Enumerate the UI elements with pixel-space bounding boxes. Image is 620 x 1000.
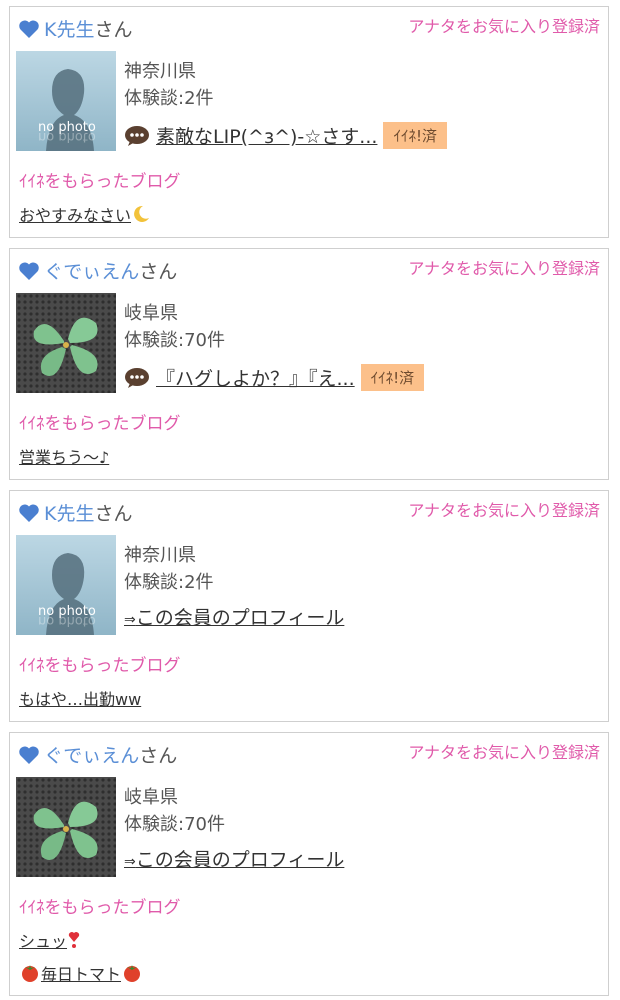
tomato-icon — [22, 965, 38, 982]
member-name-row: ぐでぃえんさん — [18, 741, 177, 768]
member-name-link[interactable]: ぐでぃえん — [44, 261, 139, 283]
no-photo-reflection: no photo — [38, 613, 96, 628]
honorific: さん — [94, 19, 133, 41]
member-avatar[interactable] — [16, 777, 116, 877]
blog-title-link[interactable]: シュッ — [19, 928, 81, 952]
blog-title-link[interactable]: 毎日トマト — [19, 961, 143, 985]
comment-link[interactable]: 『ハグしよか？』『え... — [156, 368, 355, 390]
comment-link[interactable]: 素敵なLIP(^з^)-☆さす... — [156, 126, 377, 148]
heart-icon — [19, 504, 39, 522]
no-photo-reflection: no photo — [38, 129, 96, 144]
member-card: ぐでぃえんさん アナタをお気に入り登録済 岐阜県 体験談:70件 ⇒この会員のプ… — [9, 732, 609, 996]
member-name-row: K先生さん — [18, 15, 132, 42]
blog-title-link[interactable]: 営業ちう～♪ — [19, 444, 109, 468]
blog-title-link[interactable]: おやすみなさい — [19, 202, 151, 226]
honorific: さん — [139, 261, 178, 283]
liked-blog-label: ｲｲﾈをもらったブログ — [19, 656, 181, 676]
honorific: さん — [139, 745, 178, 767]
honorific: さん — [94, 503, 133, 525]
member-name-link[interactable]: K先生 — [44, 19, 94, 41]
member-avatar[interactable] — [16, 293, 116, 393]
member-card: K先生さん アナタをお気に入り登録済 no photo no photo 神奈川… — [9, 490, 609, 722]
liked-blog-label: ｲｲﾈをもらったブログ — [19, 898, 181, 918]
comment-row: 素敵なLIP(^з^)-☆さす... ｲｲﾈ!済 — [124, 122, 447, 149]
favorite-status: アナタをお気に入り登録済 — [408, 259, 600, 278]
experience-count: 体験談:70件 — [124, 330, 225, 351]
profile-link[interactable]: ⇒この会員のプロフィール — [124, 845, 344, 872]
heart-icon — [19, 746, 39, 764]
member-name-link[interactable]: ぐでぃえん — [44, 745, 139, 767]
arrow-icon: ⇒ — [124, 854, 136, 870]
profile-link[interactable]: ⇒この会員のプロフィール — [124, 603, 344, 630]
member-card: ぐでぃえんさん アナタをお気に入り登録済 岐阜県 体験談:70件 『ハグしよか？… — [9, 248, 609, 480]
prefecture: 岐阜県 — [124, 787, 178, 808]
heart-icon — [19, 20, 39, 38]
speech-bubble-icon — [125, 126, 149, 146]
favorite-status: アナタをお気に入り登録済 — [408, 743, 600, 762]
prefecture: 岐阜県 — [124, 303, 178, 324]
experience-count: 体験談:70件 — [124, 814, 225, 835]
heart-icon — [19, 262, 39, 280]
prefecture: 神奈川県 — [124, 545, 196, 566]
liked-blog-label: ｲｲﾈをもらったブログ — [19, 414, 181, 434]
favorite-status: アナタをお気に入り登録済 — [408, 17, 600, 36]
iine-badge: ｲｲﾈ!済 — [360, 364, 425, 391]
blog-title-link[interactable]: もはや…出勤ww — [19, 686, 141, 710]
comment-row: 『ハグしよか？』『え... ｲｲﾈ!済 — [124, 364, 425, 391]
favorite-status: アナタをお気に入り登録済 — [408, 501, 600, 520]
iine-badge: ｲｲﾈ!済 — [383, 122, 447, 149]
member-name-row: ぐでぃえんさん — [18, 257, 177, 284]
prefecture: 神奈川県 — [124, 61, 196, 82]
experience-count: 体験談:2件 — [124, 572, 214, 593]
experience-count: 体験談:2件 — [124, 88, 214, 109]
liked-blog-label: ｲｲﾈをもらったブログ — [19, 172, 181, 192]
member-avatar[interactable]: no photo no photo — [16, 51, 116, 151]
member-name-link[interactable]: K先生 — [44, 503, 94, 525]
member-name-row: K先生さん — [18, 499, 132, 526]
member-avatar[interactable]: no photo no photo — [16, 535, 116, 635]
tomato-icon — [124, 965, 141, 982]
heart-exclamation-icon — [68, 932, 80, 948]
member-card: K先生さん アナタをお気に入り登録済 no photo no photo 神奈川… — [9, 6, 609, 238]
arrow-icon: ⇒ — [124, 612, 136, 628]
speech-bubble-icon — [125, 368, 149, 388]
moon-icon — [134, 205, 150, 222]
